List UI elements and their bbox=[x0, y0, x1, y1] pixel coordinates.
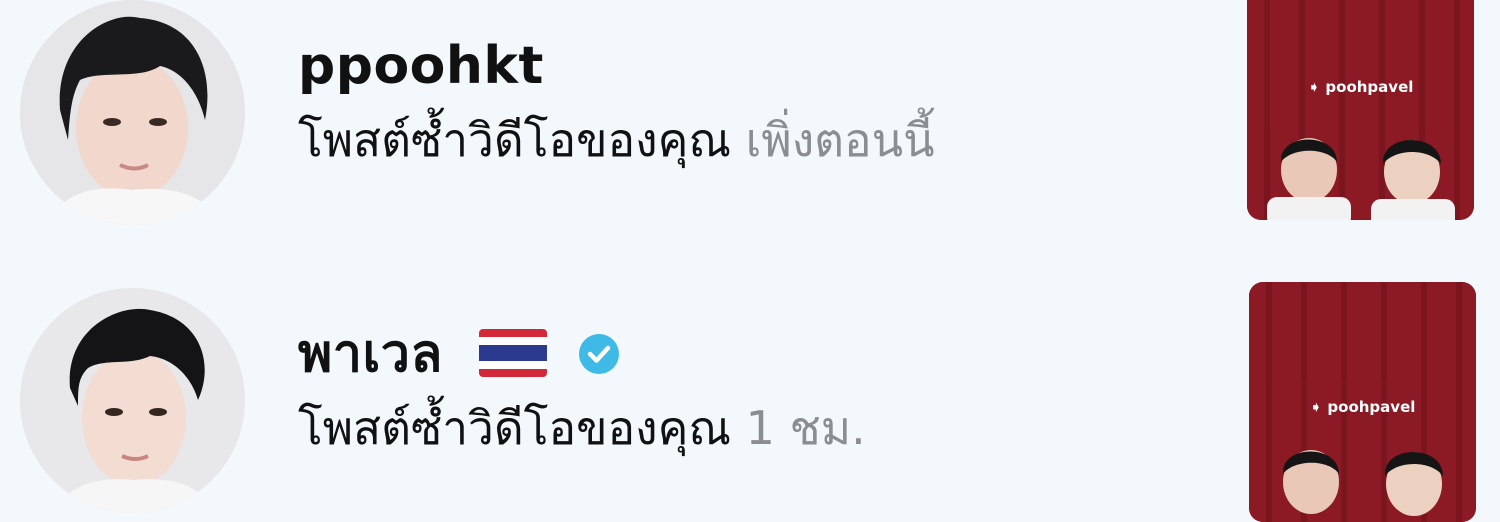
username[interactable]: ppoohkt bbox=[298, 40, 544, 92]
avatar[interactable] bbox=[20, 288, 245, 513]
thumbnail-watermark: ➧ poohpavel bbox=[1307, 78, 1414, 96]
timestamp: 1 ชม. bbox=[745, 401, 866, 455]
timestamp: เพิ่งตอนนี้ bbox=[745, 113, 935, 167]
thumbnail-image bbox=[1247, 0, 1474, 220]
username-text: พาเวล bbox=[298, 324, 443, 384]
verified-badge-icon bbox=[578, 332, 620, 374]
username[interactable]: พาเวล bbox=[298, 328, 620, 381]
notification-row[interactable]: ppoohkt โพสต์ซ้ำวิดีโอของคุณ เพิ่งตอนนี้… bbox=[0, 0, 1500, 225]
avatar-portrait bbox=[20, 288, 245, 513]
thailand-flag-icon bbox=[479, 329, 548, 377]
activity-text: โพสต์ซ้ำวิดีโอของคุณ bbox=[298, 113, 732, 167]
avatar[interactable] bbox=[20, 0, 245, 225]
thumbnail-watermark: ➧ poohpavel bbox=[1309, 398, 1416, 416]
activity-line: โพสต์ซ้ำวิดีโอของคุณ เพิ่งตอนนี้ bbox=[298, 115, 935, 166]
avatar-portrait bbox=[20, 0, 245, 225]
video-thumbnail[interactable]: ➧ poohpavel bbox=[1247, 0, 1474, 220]
activity-line: โพสต์ซ้ำวิดีโอของคุณ 1 ชม. bbox=[298, 403, 866, 454]
activity-text: โพสต์ซ้ำวิดีโอของคุณ bbox=[298, 401, 732, 455]
username-text: ppoohkt bbox=[298, 36, 544, 96]
video-thumbnail[interactable]: ➧ poohpavel bbox=[1249, 282, 1476, 522]
notification-row[interactable]: พาเวล โพสต์ซ้ำวิดีโอของคุณ 1 ชม. ➧ poohp… bbox=[0, 270, 1500, 522]
